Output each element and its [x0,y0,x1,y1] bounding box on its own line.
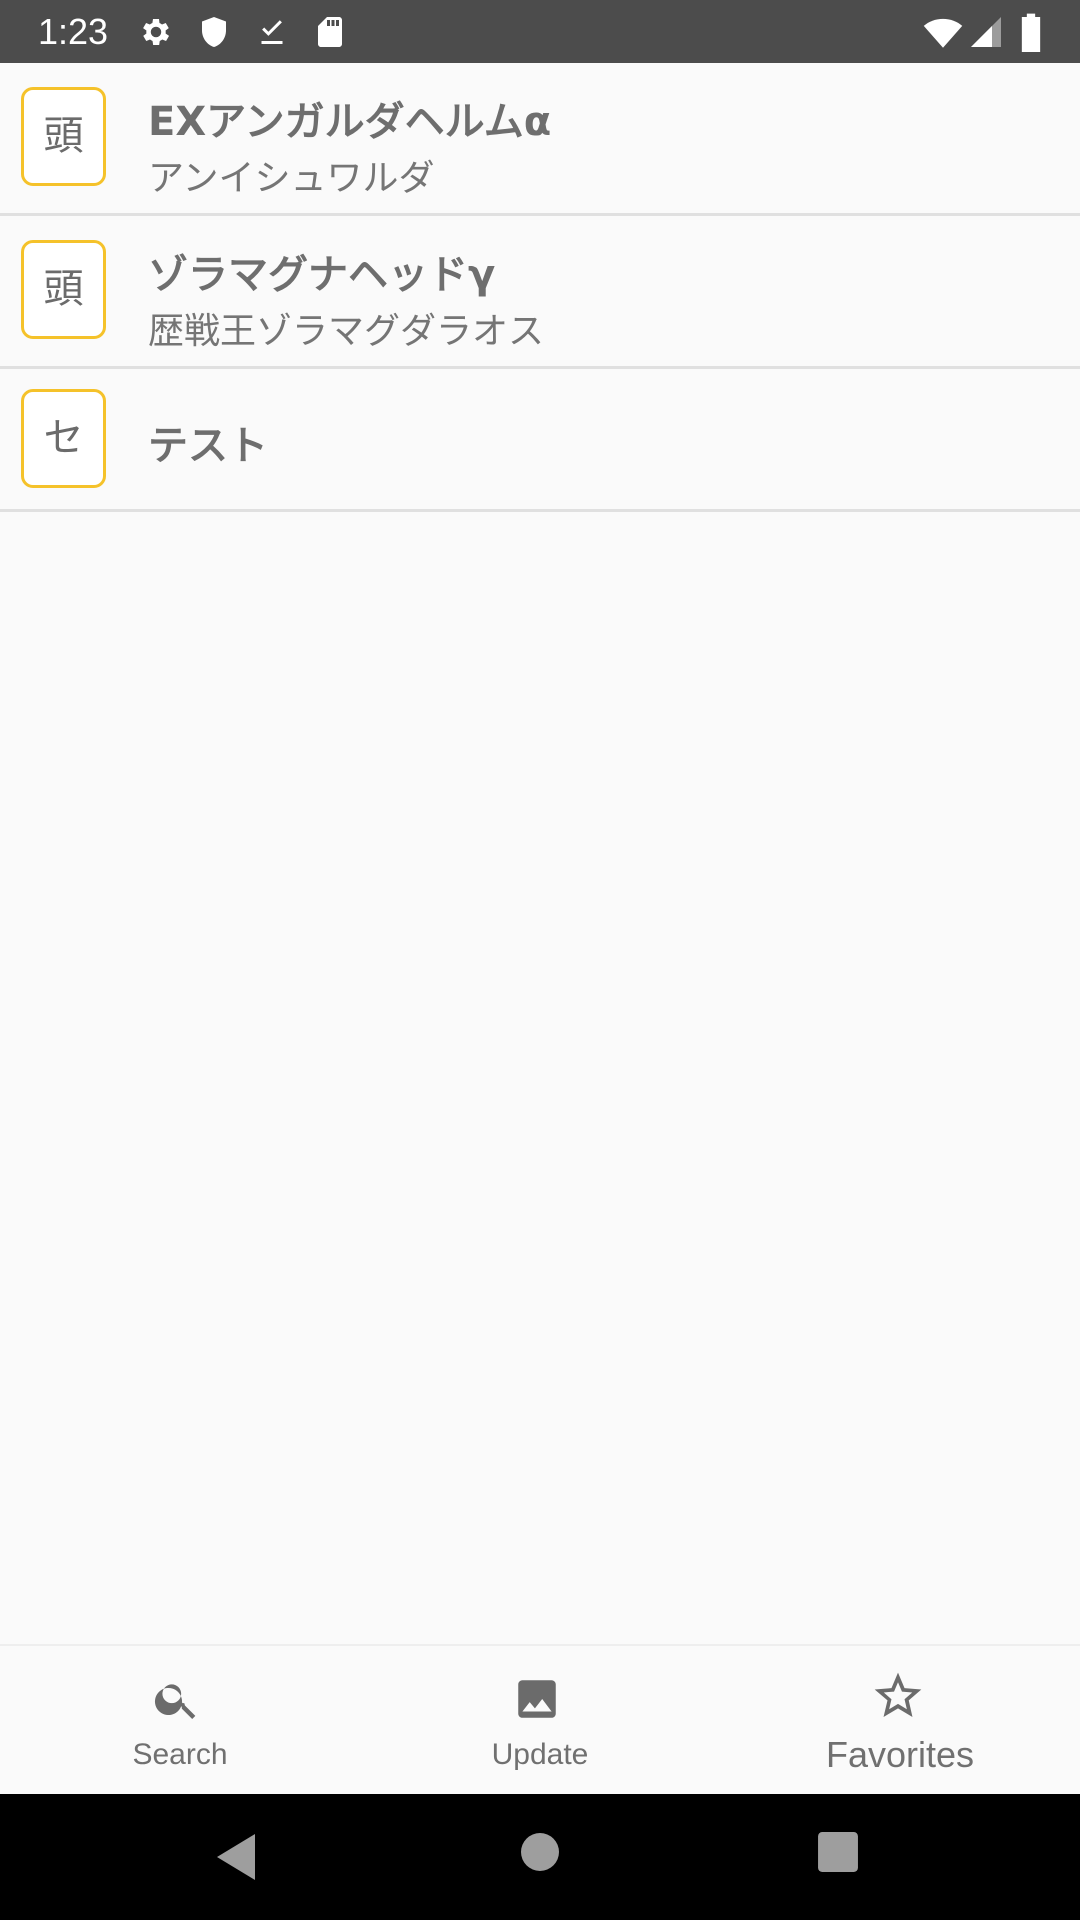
nav-item-favorites[interactable]: Favorites [720,1646,1080,1796]
nav-item-search[interactable]: Search [0,1646,360,1796]
category-badge: セ [21,389,106,488]
home-icon[interactable] [520,1832,560,1872]
sd-card-icon [318,17,342,47]
shield-icon [202,17,226,47]
nav-label-search: Search [132,1738,228,1771]
image-icon [518,1680,556,1718]
nav-item-update[interactable]: Update [360,1646,720,1796]
search-icon [154,1684,196,1719]
bottom-navigation: Search Update Favorites [0,1644,1080,1796]
favorites-list: 頭 EXアンガルダヘルムα アンイシュワルダ 頭 ゾラマグナヘッドγ 歴戦王ゾラ… [0,63,1080,512]
status-bar: 1:23 [0,0,1080,63]
list-item[interactable]: 頭 ゾラマグナヘッドγ 歴戦王ゾラマグダラオス [0,216,1080,369]
category-badge: 頭 [21,240,106,339]
item-title: テスト [148,423,268,469]
battery-icon [1021,13,1041,52]
system-navigation-bar [0,1794,1080,1920]
wifi-icon [923,18,963,48]
list-item[interactable]: 頭 EXアンガルダヘルムα アンイシュワルダ [0,63,1080,216]
item-subtitle: 歴戦王ゾラマグダラオス [148,311,545,352]
item-title: ゾラマグナヘッドγ [148,252,496,298]
category-badge: 頭 [21,87,106,186]
status-time: 1:23 [38,11,109,52]
gear-icon [143,18,170,46]
list-item[interactable]: セ テスト [0,369,1080,512]
item-subtitle: アンイシュワルダ [148,158,435,199]
recents-icon[interactable] [817,1831,859,1873]
back-icon[interactable] [215,1832,259,1882]
nav-label-favorites: Favorites [825,1734,975,1775]
star-outline-icon [874,1672,922,1717]
nav-label-update: Update [491,1738,589,1771]
download-done-icon [261,20,283,44]
signal-icon [971,17,1001,47]
item-title: EXアンガルダヘルムα [148,99,552,145]
